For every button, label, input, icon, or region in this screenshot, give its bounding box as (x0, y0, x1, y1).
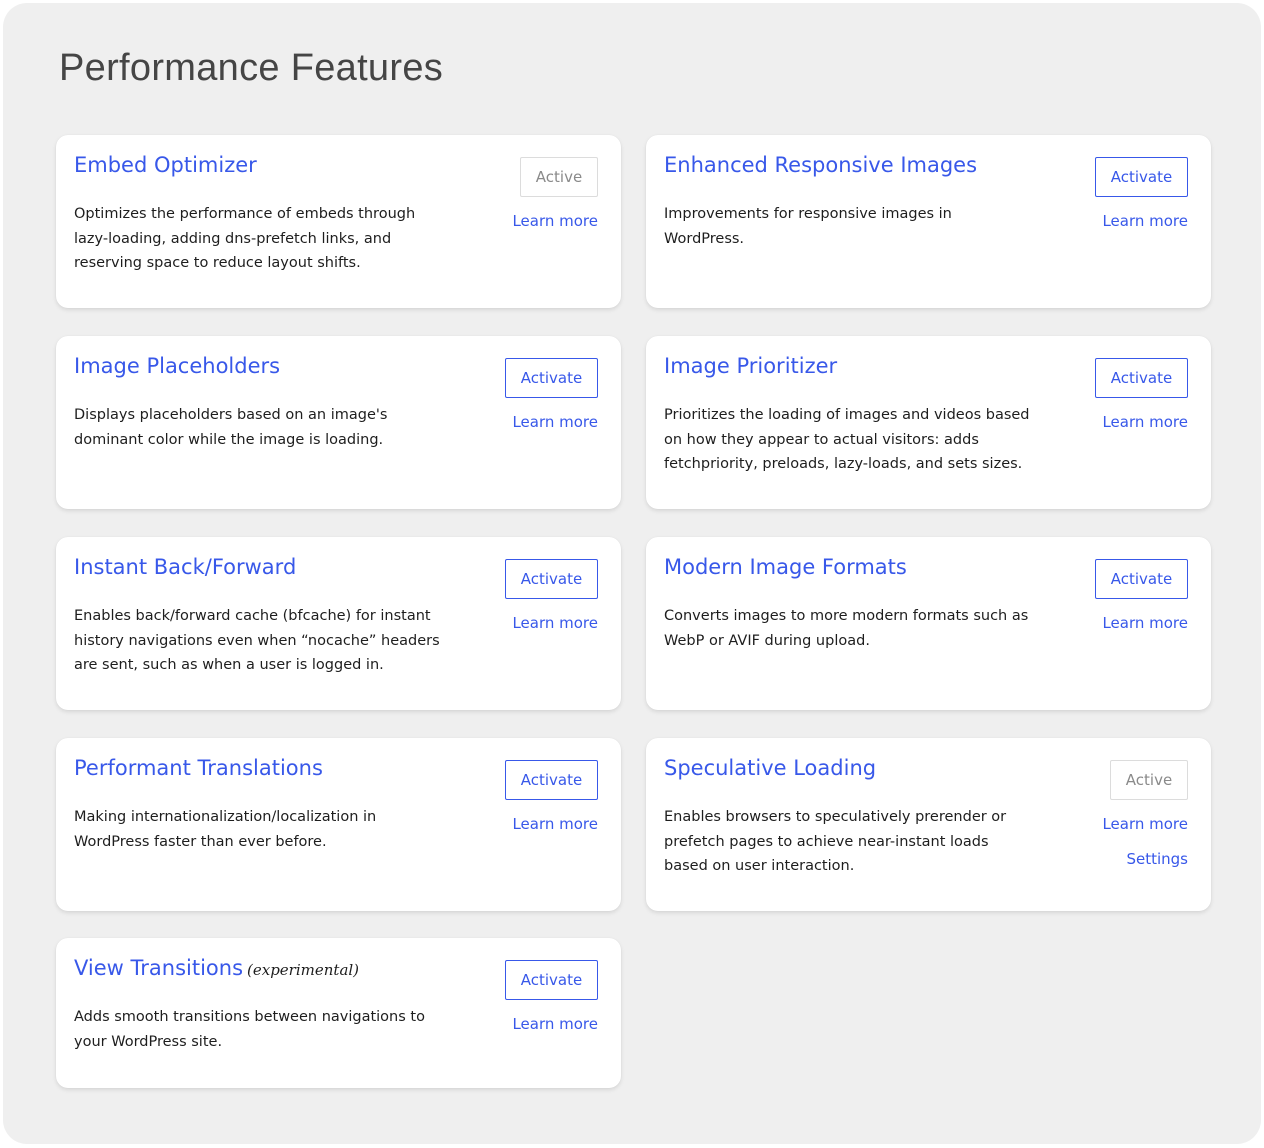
feature-title[interactable]: View Transitions (74, 956, 243, 980)
activate-button[interactable]: Activate (505, 559, 598, 599)
feature-title-wrapper: View Transitions (experimental) (74, 956, 359, 980)
learn-more-link[interactable]: Learn more (512, 815, 598, 833)
feature-description: Converts images to more modern formats s… (664, 608, 1029, 649)
feature-title[interactable]: Modern Image Formats (664, 555, 907, 579)
feature-card-embed-optimizer: Embed Optimizer Optimizes the performanc… (56, 135, 621, 308)
learn-more-link[interactable]: Learn more (1102, 815, 1188, 833)
learn-more-link[interactable]: Learn more (1102, 614, 1188, 632)
activate-button[interactable]: Activate (505, 358, 598, 398)
learn-more-link[interactable]: Learn more (512, 614, 598, 632)
feature-title[interactable]: Instant Back/Forward (74, 555, 296, 579)
experimental-label: (experimental) (247, 961, 360, 979)
learn-more-link[interactable]: Learn more (512, 212, 598, 230)
feature-card-speculative-loading: Speculative Loading Enables browsers to … (646, 738, 1211, 911)
feature-title[interactable]: Image Placeholders (74, 354, 280, 378)
feature-title[interactable]: Speculative Loading (664, 756, 876, 780)
feature-title[interactable]: Image Prioritizer (664, 354, 837, 378)
activate-button[interactable]: Activate (505, 960, 598, 1000)
feature-description: Enables back/forward cache (bfcache) for… (74, 608, 440, 673)
feature-description: Displays placeholders based on an image'… (74, 407, 388, 448)
learn-more-link[interactable]: Learn more (512, 1015, 598, 1033)
feature-card-performant-translations: Performant Translations Making internati… (56, 738, 621, 911)
feature-description: Making internationalization/localization… (74, 809, 377, 850)
feature-card-enhanced-responsive-images: Enhanced Responsive Images Improvements … (646, 135, 1211, 308)
feature-title[interactable]: Embed Optimizer (74, 153, 257, 177)
feature-card-image-placeholders: Image Placeholders Displays placeholders… (56, 336, 621, 509)
feature-title[interactable]: Performant Translations (74, 756, 323, 780)
activate-button[interactable]: Activate (1095, 559, 1188, 599)
feature-description: Adds smooth transitions between navigati… (74, 1009, 425, 1050)
active-status-button: Active (1110, 760, 1188, 800)
feature-card-instant-back-forward: Instant Back/Forward Enables back/forwar… (56, 537, 621, 710)
feature-description: Enables browsers to speculatively preren… (664, 809, 1007, 874)
activate-button[interactable]: Activate (1095, 358, 1188, 398)
feature-description: Improvements for responsive images in Wo… (664, 206, 952, 247)
feature-title[interactable]: Enhanced Responsive Images (664, 153, 977, 177)
feature-card-image-prioritizer: Image Prioritizer Prioritizes the loadin… (646, 336, 1211, 509)
learn-more-link[interactable]: Learn more (512, 413, 598, 431)
page-title: Performance Features (59, 47, 444, 89)
activate-button[interactable]: Activate (1095, 157, 1188, 197)
learn-more-link[interactable]: Learn more (1102, 212, 1188, 230)
learn-more-link[interactable]: Learn more (1102, 413, 1188, 431)
activate-button[interactable]: Activate (505, 760, 598, 800)
feature-card-modern-image-formats: Modern Image Formats Converts images to … (646, 537, 1211, 710)
features-panel: Performance Features Embed Optimizer Opt… (3, 3, 1261, 1144)
feature-card-view-transitions: View Transitions (experimental) Adds smoo… (56, 938, 621, 1088)
feature-description: Prioritizes the loading of images and vi… (664, 407, 1030, 472)
active-status-button: Active (520, 157, 598, 197)
feature-description: Optimizes the performance of embeds thro… (74, 206, 416, 271)
settings-link[interactable]: Settings (1126, 850, 1188, 868)
